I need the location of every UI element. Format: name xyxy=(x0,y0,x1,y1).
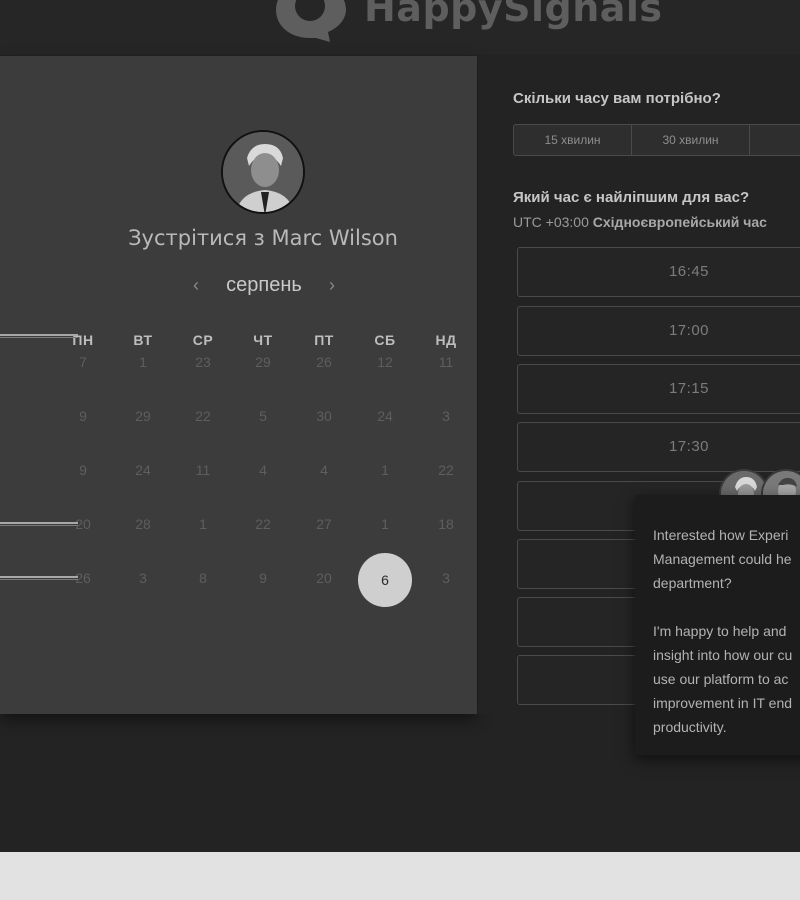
calendar-day[interactable]: 24 xyxy=(113,462,173,478)
calendar-day[interactable]: 1 xyxy=(113,354,173,370)
timezone-offset: UTC +03:00 xyxy=(513,214,589,230)
calendar-panel: Зустрітися з Marc Wilson ‹ серпень › ПН В… xyxy=(0,56,477,714)
calendar-day[interactable]: 9 xyxy=(53,462,113,478)
calendar-day[interactable]: 29 xyxy=(233,354,293,370)
chat-popup[interactable]: Interested how Experi Management could h… xyxy=(635,495,800,755)
calendar-day[interactable]: 24 xyxy=(355,408,415,424)
time-title: Який час є найліпшим для вас? xyxy=(513,189,750,206)
calendar-day[interactable]: 12 xyxy=(355,354,415,370)
month-navigator: ‹ серпень › xyxy=(186,271,342,299)
booking-page: HappySignals Зустрітися з Marc Wilson ‹ … xyxy=(0,0,800,852)
duration-tab[interactable]: 30 хвилин xyxy=(632,125,750,155)
time-slot-label: 17:30 xyxy=(668,438,710,455)
calendar-day[interactable]: 1 xyxy=(355,462,415,478)
weekday-header: НД xyxy=(435,332,457,348)
weekday-header: СР xyxy=(192,332,214,348)
chat-message: Interested how Experi Management could h… xyxy=(653,527,793,735)
weekday-header: СБ xyxy=(374,332,396,348)
calendar-day[interactable]: 20 xyxy=(294,570,354,586)
time-slot[interactable]: 16:45 xyxy=(517,247,800,297)
calendar-day[interactable]: 28 xyxy=(113,516,173,532)
calendar-day[interactable]: 30 xyxy=(294,408,354,424)
weekday-header: ЧТ xyxy=(253,332,273,348)
calendar-day[interactable]: 7 xyxy=(53,354,113,370)
calendar-row-bar xyxy=(0,334,78,338)
calendar-day[interactable]: 3 xyxy=(416,570,476,586)
duration-tabs: 15 хвилин 30 хвилин 1 г xyxy=(513,124,800,156)
header: HappySignals xyxy=(0,0,800,55)
calendar-day[interactable]: 1 xyxy=(173,516,233,532)
time-slot[interactable]: 17:30 xyxy=(517,422,800,472)
calendar-day[interactable]: 3 xyxy=(113,570,173,586)
calendar-day[interactable]: 11 xyxy=(173,462,233,478)
chevron-right-icon[interactable]: › xyxy=(322,275,342,296)
calendar-day[interactable]: 22 xyxy=(173,408,233,424)
calendar-day[interactable]: 4 xyxy=(294,462,354,478)
calendar-day[interactable]: 1 xyxy=(355,516,415,532)
calendar-day[interactable]: 4 xyxy=(233,462,293,478)
calendar-row-bar xyxy=(0,576,78,580)
calendar-day[interactable]: 27 xyxy=(294,516,354,532)
page-title: Зустрітися з Marc Wilson xyxy=(128,226,398,250)
person-icon xyxy=(223,132,303,212)
time-slot[interactable]: 17:15 xyxy=(517,364,800,414)
timezone-name: Східноєвропейський час xyxy=(592,214,767,230)
duration-tab[interactable]: 15 хвилин xyxy=(514,125,632,155)
calendar-day[interactable]: 29 xyxy=(113,408,173,424)
calendar-day[interactable]: 9 xyxy=(233,570,293,586)
duration-title: Скільки часу вам потрібно? xyxy=(513,90,721,107)
time-slot-label: 16:45 xyxy=(668,263,710,280)
calendar-day[interactable]: 8 xyxy=(173,570,233,586)
calendar-day[interactable]: 18 xyxy=(416,516,476,532)
weekday-header: ПТ xyxy=(314,332,334,348)
time-slot[interactable]: 17:00 xyxy=(517,306,800,356)
time-slot-label: 17:00 xyxy=(668,322,710,339)
logo-text: HappySignals xyxy=(364,0,663,30)
avatar xyxy=(221,130,305,214)
calendar-row-bar xyxy=(0,522,78,526)
logo-icon xyxy=(276,0,346,42)
calendar-day[interactable]: 22 xyxy=(416,462,476,478)
calendar-day[interactable]: 22 xyxy=(233,516,293,532)
timezone-label[interactable]: UTC +03:00 Східноєвропейський час xyxy=(513,214,767,230)
time-slot-label: 17:15 xyxy=(668,380,710,397)
calendar-day[interactable]: 26 xyxy=(294,354,354,370)
calendar-day[interactable]: 23 xyxy=(173,354,233,370)
calendar-day[interactable]: 9 xyxy=(53,408,113,424)
calendar-day[interactable]: 5 xyxy=(233,408,293,424)
selected-day[interactable]: 6 xyxy=(358,553,412,607)
calendar-day[interactable]: 3 xyxy=(416,408,476,424)
duration-tab[interactable]: 1 г xyxy=(750,125,800,155)
calendar-day[interactable]: 11 xyxy=(416,354,476,370)
chevron-left-icon[interactable]: ‹ xyxy=(186,275,206,296)
month-label: серпень xyxy=(226,273,302,296)
weekday-header: ВТ xyxy=(133,332,153,348)
